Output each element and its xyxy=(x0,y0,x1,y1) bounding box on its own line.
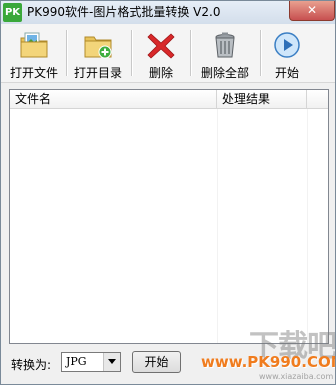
column-header-result[interactable]: 处理结果 xyxy=(217,90,307,108)
toolbar-separator xyxy=(190,30,192,76)
dropdown-arrow[interactable] xyxy=(103,353,120,371)
convert-to-label: 转换为: xyxy=(11,358,52,372)
list-header: 文件名 处理结果 xyxy=(10,90,328,109)
title-bar[interactable]: PK PK990软件-图片格式批量转换 V2.0 ✕ xyxy=(1,1,335,24)
start-button[interactable]: 开始 xyxy=(132,351,181,373)
watermark-url: www.PK990.COM xyxy=(201,353,336,371)
toolbar-separator xyxy=(66,30,68,76)
play-icon xyxy=(274,32,300,58)
format-value: JPG xyxy=(66,355,87,368)
start-toolbar-label: 开始 xyxy=(274,66,299,80)
delete-label: 删除 xyxy=(148,66,173,80)
watermark-small-url: www.xiazaiba.com xyxy=(259,372,334,381)
delete-button[interactable]: 删除 xyxy=(137,26,185,80)
column-header-filename[interactable]: 文件名 xyxy=(10,90,217,108)
file-list[interactable]: 文件名 处理结果 xyxy=(9,89,329,344)
trash-can-icon xyxy=(215,32,235,58)
open-directory-label: 打开目录 xyxy=(73,66,122,80)
start-toolbar-button[interactable]: 开始 xyxy=(265,26,309,80)
toolbar-separator xyxy=(131,30,133,76)
delete-all-label: 删除全部 xyxy=(200,66,249,80)
red-x-icon xyxy=(147,33,175,59)
close-button[interactable]: ✕ xyxy=(289,1,335,21)
toolbar: 打开文件 打开目录 删除 删除全部 开始 xyxy=(1,24,335,83)
open-file-button[interactable]: 打开文件 xyxy=(5,26,63,80)
format-dropdown[interactable]: JPG xyxy=(61,352,121,372)
column-gridline xyxy=(307,109,308,343)
window-title: PK990软件-图片格式批量转换 V2.0 xyxy=(27,5,221,19)
delete-all-button[interactable]: 删除全部 xyxy=(195,26,255,80)
app-logo-icon: PK xyxy=(3,3,22,22)
app-window: PK PK990软件-图片格式批量转换 V2.0 ✕ 打开文件 打开目录 删除 … xyxy=(0,0,336,385)
toolbar-separator xyxy=(260,30,262,76)
folder-image-icon xyxy=(20,32,48,58)
watermark: 下载吧 www.PK990.COM www.xiazaiba.com xyxy=(199,319,336,384)
column-gridline xyxy=(217,109,218,343)
open-file-label: 打开文件 xyxy=(9,66,58,80)
open-directory-button[interactable]: 打开目录 xyxy=(69,26,127,80)
folder-add-icon xyxy=(84,36,112,59)
chevron-down-icon xyxy=(108,359,116,364)
